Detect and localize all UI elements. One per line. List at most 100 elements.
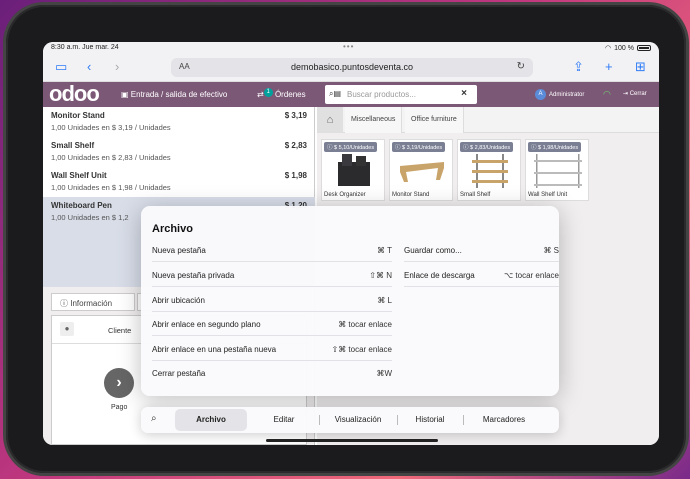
- menu-separator: [397, 415, 398, 425]
- multitask-dots-icon[interactable]: •••: [343, 42, 354, 51]
- line-price: $ 1,98: [284, 171, 307, 180]
- menu-item-label: Nueva pestaña privada: [152, 271, 235, 280]
- close-label: Cerrar: [629, 91, 647, 97]
- line-product-name: Wall Shelf Unit: [51, 171, 107, 180]
- product-price: $ 2,83/Unidades: [470, 145, 511, 151]
- menu-item-open-link-background[interactable]: Abrir enlace en segundo plano ⌘ tocar en…: [152, 312, 392, 336]
- line-price: $ 2,83: [284, 141, 307, 150]
- line-price: $ 3,19: [284, 111, 307, 120]
- menu-item-open-location[interactable]: Abrir ubicación ⌘ L: [152, 288, 392, 312]
- product-price-tag: ⓘ $ 2,83/Unidades: [460, 142, 514, 152]
- reload-icon[interactable]: ↻: [517, 61, 525, 72]
- menu-item-download-link[interactable]: Enlace de descarga ⌥ tocar enlace: [404, 263, 559, 287]
- wall-shelf-image: [534, 154, 582, 188]
- status-time: 8:30 a.m. Jue mar. 24: [51, 44, 119, 51]
- close-session-button[interactable]: ⇥ Cerrar: [623, 90, 647, 97]
- order-line[interactable]: Small Shelf $ 2,83 1,00 Unidades en $ 2,…: [43, 137, 315, 167]
- menu-item-label: Abrir enlace en segundo plano: [152, 320, 261, 329]
- cash-icon: ▣: [121, 90, 129, 99]
- menu-item-shortcut: ⌘ tocar enlace: [338, 320, 392, 329]
- screen: 8:30 a.m. Jue mar. 24 ••• ◠ 100 % ▭ ‹ › …: [43, 42, 659, 445]
- product-card[interactable]: ⓘ $ 2,83/Unidades Small Shelf: [457, 139, 521, 201]
- status-right: ◠ 100 %: [605, 44, 651, 52]
- orders-label: Órdenes: [274, 90, 306, 99]
- info-tab[interactable]: ⓘ Información: [51, 293, 135, 311]
- info-tab-label: Información: [70, 299, 113, 308]
- category-office-furniture[interactable]: Office furniture: [405, 107, 464, 133]
- ipad-frame: 8:30 a.m. Jue mar. 24 ••• ◠ 100 % ▭ ‹ › …: [6, 5, 686, 473]
- client-label: Cliente: [108, 326, 132, 335]
- new-tab-icon[interactable]: +: [605, 59, 613, 75]
- line-info: 1,00 Unidades en $ 3,19 / Unidades: [51, 123, 171, 132]
- order-line[interactable]: Monitor Stand $ 3,19 1,00 Unidades en $ …: [43, 107, 315, 137]
- home-indicator[interactable]: [266, 439, 438, 442]
- menu-tab-visualizacion[interactable]: Visualización: [323, 409, 393, 431]
- order-line[interactable]: Wall Shelf Unit $ 1,98 1,00 Unidades en …: [43, 167, 315, 197]
- line-product-name: Whiteboard Pen: [51, 201, 112, 210]
- user-icon: ●: [60, 322, 74, 336]
- category-bar: ⌂ Miscellaneous Office furniture: [317, 107, 659, 133]
- cash-label: Entrada / salida de efectivo: [130, 90, 228, 99]
- url-text: demobasico.puntosdeventa.co: [290, 62, 414, 72]
- user-name: Administrator: [549, 91, 585, 98]
- user-menu[interactable]: A Administrator: [535, 89, 584, 100]
- home-category-icon[interactable]: ⌂: [317, 107, 343, 133]
- product-price-tag: ⓘ $ 5,10/Unidades: [324, 142, 378, 152]
- menu-tab-editar[interactable]: Editar: [255, 409, 313, 431]
- menu-item-close-tab[interactable]: Cerrar pestaña ⌘W: [152, 361, 392, 385]
- line-info: 1,00 Unidades en $ 1,98 / Unidades: [51, 183, 171, 192]
- category-miscellaneous[interactable]: Miscellaneous: [345, 107, 403, 133]
- menu-item-label: Enlace de descarga: [404, 271, 475, 280]
- menu-tab-archivo[interactable]: Archivo: [175, 409, 247, 431]
- battery-percent: 100 %: [614, 44, 634, 52]
- product-card[interactable]: ⓘ $ 5,10/Unidades Desk Organizer: [321, 139, 385, 201]
- pos-navbar: odoo ▣ Entrada / salida de efectivo ⇄ 1 Ó…: [43, 82, 659, 107]
- menu-item-new-tab[interactable]: Nueva pestaña ⌘ T: [152, 238, 392, 262]
- product-price: $ 1,98/Unidades: [538, 145, 579, 151]
- menu-item-open-link-new-tab[interactable]: Abrir enlace en una pestaña nueva ⇧⌘ toc…: [152, 337, 392, 361]
- product-card[interactable]: ⓘ $ 3,19/Unidades Monitor Stand: [389, 139, 453, 201]
- menu-item-new-private-tab[interactable]: Nueva pestaña privada ⇧⌘ N: [152, 263, 392, 287]
- clear-search-icon[interactable]: ×: [461, 88, 467, 99]
- product-name: Monitor Stand: [392, 192, 430, 198]
- product-search[interactable]: ⌕▤ Buscar productos... ×: [325, 85, 477, 104]
- orders-button[interactable]: ⇄ 1 Órdenes: [257, 88, 306, 101]
- exit-icon: ⇥: [623, 91, 629, 97]
- safari-toolbar: ▭ ‹ › AA demobasico.puntosdeventa.co ↻ ⇪…: [43, 54, 659, 82]
- menu-item-shortcut: ⌘ T: [377, 246, 392, 255]
- share-icon[interactable]: ⇪: [573, 59, 584, 75]
- menu-item-shortcut: ⌥ tocar enlace: [503, 271, 559, 280]
- status-bar: 8:30 a.m. Jue mar. 24 ••• ◠ 100 %: [43, 42, 659, 54]
- search-icon: ⌕▤: [329, 89, 342, 98]
- menu-item-shortcut: ⇧⌘ tocar enlace: [331, 345, 392, 354]
- forward-icon[interactable]: ›: [115, 59, 119, 75]
- menu-item-save-as[interactable]: Guardar como... ⌘ S: [404, 238, 559, 262]
- menu-separator: [319, 415, 320, 425]
- menu-item-label: Guardar como...: [404, 246, 462, 255]
- menu-title: Archivo: [152, 223, 193, 235]
- connection-icon: ◠: [603, 89, 611, 99]
- menu-tab-historial[interactable]: Historial: [403, 409, 457, 431]
- payment-label: Pago: [111, 404, 128, 411]
- sidebar-icon[interactable]: ▭: [55, 59, 67, 75]
- search-input[interactable]: Buscar productos...: [347, 90, 416, 99]
- tabs-overview-icon[interactable]: ⊞: [635, 59, 646, 75]
- back-icon[interactable]: ‹: [87, 59, 91, 75]
- wifi-icon: ◠: [605, 45, 612, 52]
- address-bar[interactable]: AA demobasico.puntosdeventa.co ↻: [171, 58, 533, 77]
- search-icon[interactable]: ⌕: [151, 413, 157, 424]
- menu-item-shortcut: ⌘W: [376, 369, 392, 378]
- cash-in-out-button[interactable]: ▣ Entrada / salida de efectivo: [121, 90, 227, 99]
- orders-badge: 1: [263, 88, 273, 97]
- product-price: $ 3,19/Unidades: [402, 145, 443, 151]
- menu-item-shortcut: ⇧⌘ N: [369, 271, 392, 280]
- info-icon: ⓘ: [60, 299, 68, 308]
- product-card[interactable]: ⓘ $ 1,98/Unidades Wall Shelf Unit: [525, 139, 589, 201]
- small-shelf-image: [472, 154, 508, 188]
- line-info: 1,00 Unidades en $ 1,2: [51, 213, 129, 222]
- menu-item-shortcut: ⌘ S: [543, 246, 559, 255]
- menu-category-bar: ⌕ Archivo Editar Visualización Historial…: [141, 407, 559, 433]
- chevron-right-icon: ›: [116, 374, 122, 391]
- payment-button[interactable]: ›: [104, 368, 134, 398]
- menu-tab-marcadores[interactable]: Marcadores: [469, 409, 539, 431]
